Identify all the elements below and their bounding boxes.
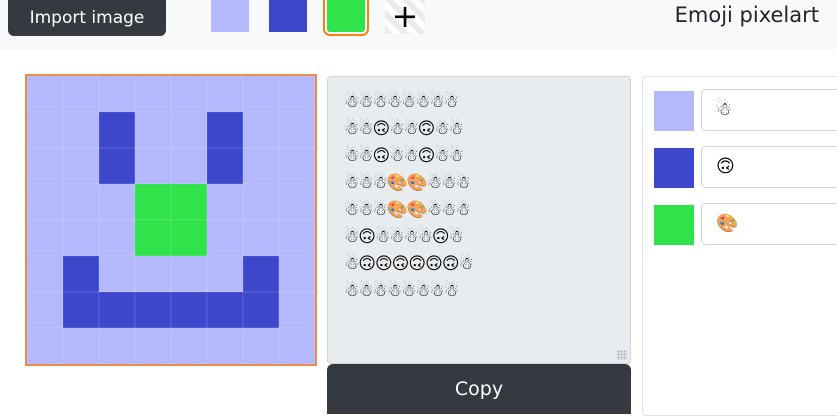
pixel-cell[interactable] (242, 255, 280, 293)
pixel-cell[interactable] (98, 255, 136, 293)
pixel-cell[interactable] (134, 219, 172, 257)
pixel-cell[interactable] (278, 255, 315, 293)
pixel-cell[interactable] (62, 76, 100, 113)
emoji-output-row: ☃☃☃☃☃☃☃☃ (344, 281, 459, 301)
pixel-cell[interactable] (170, 219, 208, 257)
plus-icon: + (391, 0, 419, 35)
emoji-output-row: ☃☃☃🎨🎨☃☃☃ (344, 173, 471, 193)
pixel-cell[interactable] (170, 76, 208, 113)
pixel-cell[interactable] (278, 147, 315, 185)
pixel-cell[interactable] (242, 291, 280, 329)
pixel-cell[interactable] (242, 183, 280, 221)
pixel-cell[interactable] (242, 327, 280, 364)
pixel-cell[interactable] (206, 219, 244, 257)
pixel-cell[interactable] (98, 291, 136, 329)
emoji-output-textarea[interactable]: ☃☃☃☃☃☃☃☃ ☃☃🙃☃☃🙃☃☃ ☃☃🙃☃☃🙃☃☃ ☃☃☃🎨🎨☃☃☃ ☃☃☃🎨🎨☃☃☃… (327, 76, 631, 364)
pixel-cell[interactable] (206, 111, 244, 149)
emoji-input[interactable]: ☃ (701, 89, 837, 131)
pixel-cell[interactable] (206, 183, 244, 221)
emoji-output-row: ☃☃☃🎨🎨☃☃☃ (344, 200, 471, 220)
pixel-cell[interactable] (62, 183, 100, 221)
pixel-cell[interactable] (134, 76, 172, 113)
palette-swatch[interactable] (323, 0, 369, 36)
pixel-cell[interactable] (98, 111, 136, 149)
add-color-button[interactable]: + (385, 0, 425, 34)
emoji-output-row: ☃☃☃☃☃☃☃☃ (344, 92, 459, 112)
pixel-cell[interactable] (278, 111, 315, 149)
pixel-cell[interactable] (27, 327, 64, 364)
mapping-color-swatch (654, 91, 694, 131)
pixel-canvas[interactable] (25, 74, 317, 366)
pixel-cell[interactable] (242, 219, 280, 257)
pixel-cell[interactable] (278, 327, 315, 364)
pixel-cell[interactable] (206, 147, 244, 185)
pixel-cell[interactable] (170, 147, 208, 185)
pixel-cell[interactable] (170, 183, 208, 221)
pixel-cell[interactable] (242, 147, 280, 185)
pixel-cell[interactable] (62, 111, 100, 149)
pixel-cell[interactable] (170, 111, 208, 149)
pixel-cell[interactable] (242, 111, 280, 149)
pixel-cell[interactable] (170, 327, 208, 364)
pixel-cell[interactable] (62, 255, 100, 293)
pixel-cell[interactable] (62, 219, 100, 257)
pixel-cell[interactable] (206, 327, 244, 364)
color-emoji-mapping-panel: ☃ 🙃 🎨 (642, 76, 837, 416)
emoji-input[interactable]: 🎨 (701, 203, 837, 245)
emoji-input[interactable]: 🙃 (701, 146, 837, 188)
pixel-cell[interactable] (206, 76, 244, 113)
emoji-output-row: ☃🙃🙃🙃🙃🙃🙃☃ (344, 254, 474, 274)
emoji-output-row: ☃☃🙃☃☃🙃☃☃ (344, 119, 464, 139)
pixel-cell[interactable] (98, 76, 136, 113)
pixel-cell[interactable] (98, 327, 136, 364)
pixel-cell[interactable] (98, 147, 136, 185)
resize-grip-icon[interactable] (617, 350, 627, 360)
toolbar: Import image + Emoji pixelart (0, 0, 837, 50)
pixel-cell[interactable] (27, 255, 64, 293)
emoji-output-row: ☃☃🙃☃☃🙃☃☃ (344, 146, 464, 166)
pixel-cell[interactable] (27, 76, 64, 113)
pixel-cell[interactable] (27, 291, 64, 329)
palette-swatch[interactable] (211, 0, 249, 32)
pixel-cell[interactable] (134, 327, 172, 364)
pixel-cell[interactable] (170, 255, 208, 293)
pixel-cell[interactable] (278, 219, 315, 257)
pixel-cell[interactable] (134, 111, 172, 149)
pixel-cell[interactable] (62, 147, 100, 185)
pixel-cell[interactable] (206, 291, 244, 329)
app-brand: Emoji pixelart (674, 3, 819, 27)
pixel-cell[interactable] (242, 76, 280, 113)
pixel-cell[interactable] (278, 291, 315, 329)
mapping-color-swatch (654, 148, 694, 188)
import-image-button[interactable]: Import image (8, 0, 166, 36)
pixel-cell[interactable] (27, 219, 64, 257)
pixel-cell[interactable] (98, 183, 136, 221)
pixel-cell[interactable] (27, 183, 64, 221)
pixel-cell[interactable] (134, 291, 172, 329)
pixel-cell[interactable] (206, 255, 244, 293)
pixel-grid[interactable] (27, 76, 315, 364)
pixel-cell[interactable] (278, 76, 315, 113)
pixel-cell[interactable] (62, 291, 100, 329)
emoji-output-text: ☃☃☃☃☃☃☃☃ ☃☃🙃☃☃🙃☃☃ ☃☃🙃☃☃🙃☃☃ ☃☃☃🎨🎨☃☃☃ ☃☃☃🎨🎨☃☃☃… (344, 89, 630, 305)
pixel-cell[interactable] (134, 183, 172, 221)
pixel-cell[interactable] (27, 111, 64, 149)
pixel-cell[interactable] (134, 255, 172, 293)
pixel-cell[interactable] (278, 183, 315, 221)
palette-swatch[interactable] (269, 0, 307, 32)
pixel-cell[interactable] (62, 327, 100, 364)
copy-button[interactable]: Copy (327, 364, 631, 414)
pixel-cell[interactable] (27, 147, 64, 185)
pixel-cell[interactable] (98, 219, 136, 257)
mapping-color-swatch (654, 205, 694, 245)
emoji-output-row: ☃🙃☃☃☃☃🙃☃ (344, 227, 464, 247)
pixel-cell[interactable] (134, 147, 172, 185)
pixel-cell[interactable] (170, 291, 208, 329)
